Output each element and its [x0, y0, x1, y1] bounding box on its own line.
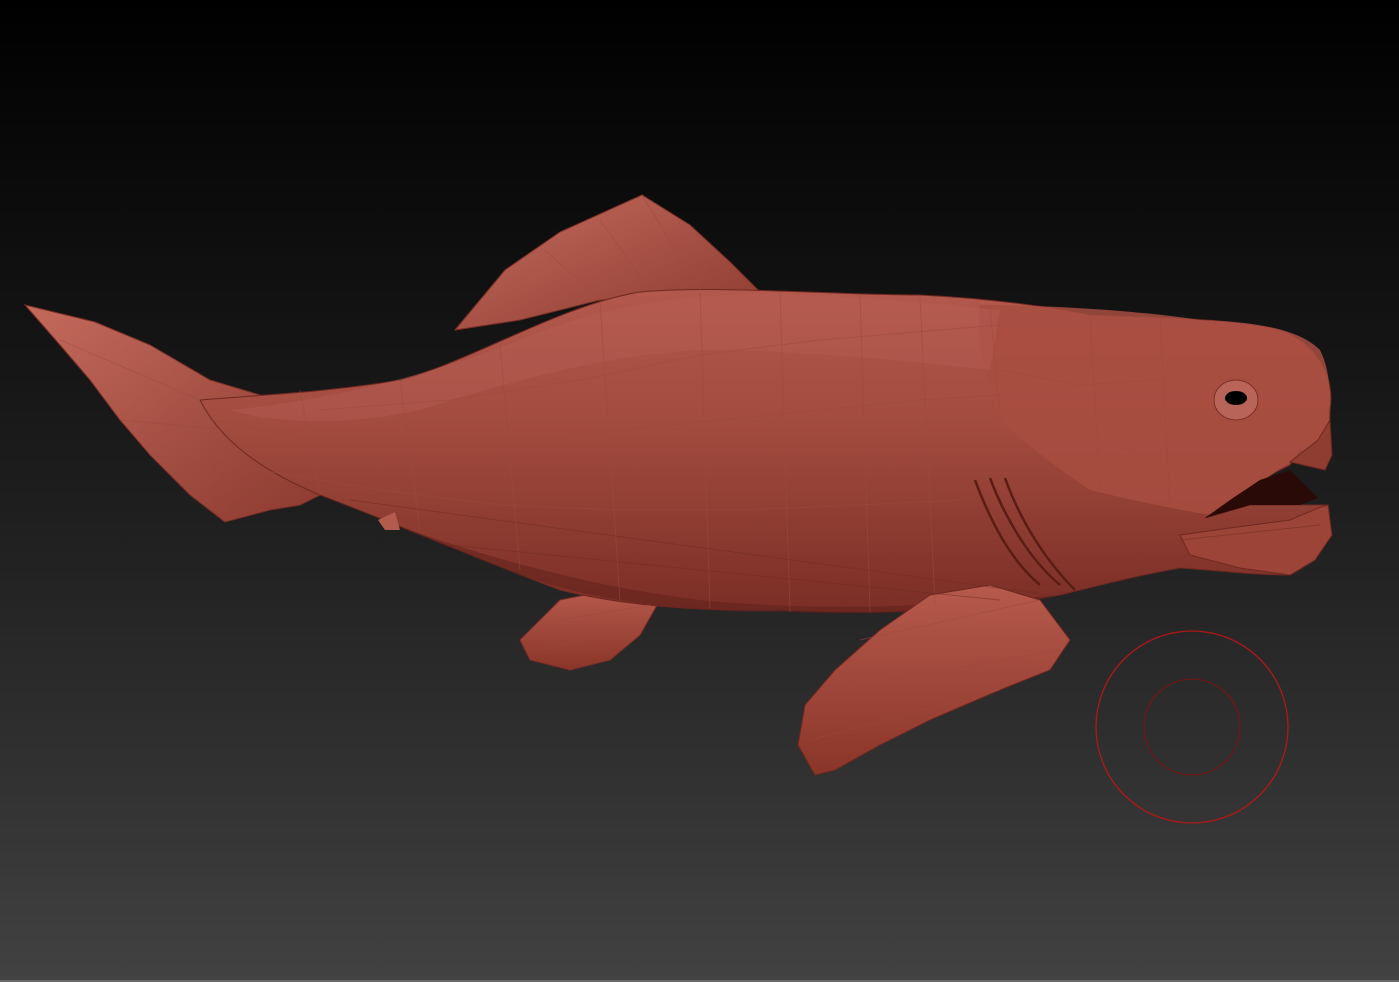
sculpt-scene[interactable] — [0, 0, 1399, 982]
viewport-canvas[interactable] — [0, 0, 1399, 982]
pectoral-fin[interactable] — [797, 584, 1071, 776]
brush-inner-ring — [1143, 678, 1241, 776]
brush-cursor-icon — [1095, 630, 1289, 824]
eye-hole — [1225, 391, 1247, 405]
brush-outer-ring — [1095, 630, 1289, 824]
fish-model[interactable] — [23, 194, 1333, 776]
